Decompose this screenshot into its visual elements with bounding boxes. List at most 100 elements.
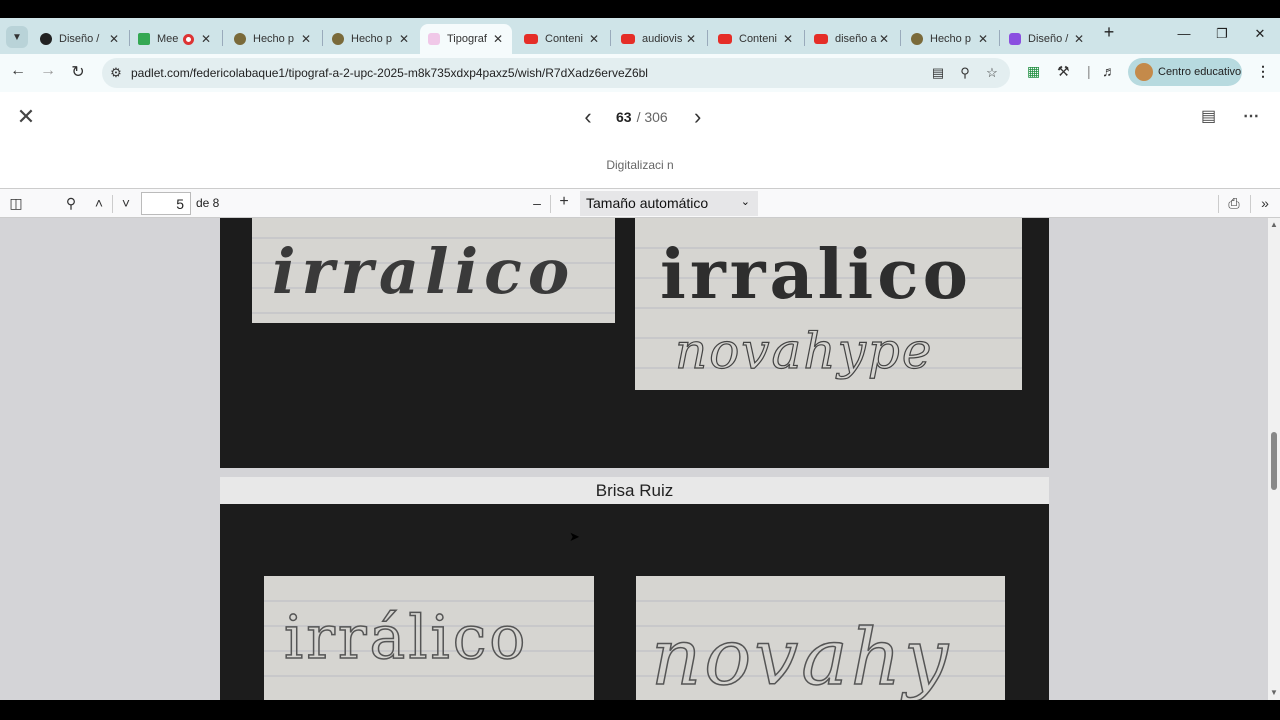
- forward-icon[interactable]: →: [38, 62, 58, 80]
- tab-item[interactable]: diseño a ✕: [806, 24, 898, 54]
- close-icon[interactable]: ✕: [588, 32, 600, 46]
- pdf-scrollbar[interactable]: ▲ ▼: [1268, 218, 1280, 700]
- close-icon[interactable]: ✕: [398, 32, 410, 46]
- zoom-out-icon[interactable]: –: [528, 195, 546, 211]
- browser-toolbar: ← → ↻ ⚙ padlet.com/federicolabaque1/tipo…: [0, 54, 1280, 92]
- lettering-word-outline: novahype: [675, 322, 933, 380]
- zoom-in-icon[interactable]: +: [555, 193, 573, 211]
- tab-label: Conteni: [545, 33, 583, 45]
- youtube-icon: [524, 34, 538, 44]
- zoom-icon[interactable]: ⚲: [957, 65, 973, 81]
- mouse-pointer-icon: ➤: [569, 529, 580, 544]
- new-tab-button[interactable]: +: [1099, 22, 1119, 43]
- avatar: [1135, 63, 1153, 81]
- close-icon[interactable]: ✕: [1073, 32, 1085, 46]
- sidebar-toggle-icon[interactable]: ◫: [7, 195, 25, 212]
- youtube-icon: [718, 34, 732, 44]
- scroll-up-icon[interactable]: ▲: [1270, 220, 1278, 229]
- lined-paper-graphic: irrálico: [264, 600, 594, 677]
- reload-icon[interactable]: ↻: [68, 62, 88, 82]
- canva-icon: [1009, 33, 1021, 45]
- tab-item[interactable]: Hecho p ✕: [324, 24, 418, 54]
- tab-item[interactable]: Hecho p ✕: [903, 24, 997, 54]
- figure-icon: [911, 33, 923, 45]
- tab-item[interactable]: audiovis ✕: [613, 24, 705, 54]
- tab-item[interactable]: Hecho p ✕: [226, 24, 320, 54]
- toolbar-divider: [112, 195, 113, 213]
- zoom-select[interactable]: Tamaño automático ⌄: [580, 191, 758, 216]
- close-icon[interactable]: ✕: [492, 32, 504, 46]
- lettering-word-outline: novahy: [651, 613, 951, 700]
- tab-item-active[interactable]: Tipograf ✕: [420, 24, 512, 54]
- tools-menu-icon[interactable]: »: [1256, 195, 1274, 211]
- address-bar[interactable]: ⚙ padlet.com/federicolabaque1/tipograf-a…: [102, 58, 1010, 88]
- toolbar-divider: [1250, 195, 1251, 213]
- tab-search-button[interactable]: ▼: [6, 26, 28, 48]
- tab-divider: [322, 30, 323, 46]
- post-subtitle: Digitalizaci n: [606, 158, 674, 172]
- tab-item[interactable]: Mee ✕: [130, 24, 220, 54]
- search-icon[interactable]: ⚲: [62, 195, 80, 212]
- figure-icon: [332, 33, 344, 45]
- close-icon[interactable]: ✕: [782, 32, 794, 46]
- zoom-select-value: Tamaño automático: [586, 195, 709, 211]
- sheets-extension-icon[interactable]: ▦: [1027, 63, 1040, 80]
- media-controls-icon[interactable]: ♬: [1102, 63, 1116, 79]
- pdf-viewer[interactable]: irralico irralico novahype Brisa Ruiz ir…: [0, 218, 1268, 700]
- author-name-heading: Brisa Ruiz: [220, 477, 1049, 504]
- profile-label: Centro educativo: [1158, 66, 1242, 78]
- close-icon[interactable]: ✕: [14, 104, 38, 130]
- tab-item[interactable]: Conteni ✕: [710, 24, 802, 54]
- youtube-icon: [814, 34, 828, 44]
- page-number-input[interactable]: [141, 192, 191, 215]
- site-info-icon[interactable]: ⚙: [108, 65, 124, 81]
- close-icon[interactable]: ✕: [878, 32, 890, 46]
- close-icon[interactable]: ✕: [977, 32, 989, 46]
- scroll-down-icon[interactable]: ▼: [1270, 688, 1278, 697]
- star-icon[interactable]: ☆: [984, 65, 1000, 81]
- minimize-icon[interactable]: —: [1174, 26, 1194, 41]
- tab-label: Hecho p: [930, 33, 971, 45]
- url-text[interactable]: padlet.com/federicolabaque1/tipograf-a-2…: [131, 66, 648, 80]
- previous-page-icon[interactable]: ˄: [90, 195, 108, 211]
- tab-label: diseño a: [835, 33, 877, 45]
- scrollbar-thumb[interactable]: [1271, 432, 1277, 490]
- tab-label: Conteni: [739, 33, 777, 45]
- tab-divider: [804, 30, 805, 46]
- install-app-icon[interactable]: ▤: [930, 65, 946, 81]
- post-details-icon[interactable]: ▤: [1201, 106, 1216, 126]
- tab-divider: [900, 30, 901, 46]
- profile-button[interactable]: Centro educativo: [1128, 58, 1242, 86]
- lettering-word: irralico: [272, 235, 575, 308]
- close-icon[interactable]: ✕: [108, 32, 120, 46]
- chevron-down-icon: ▼: [12, 31, 22, 43]
- previous-post-icon[interactable]: ‹: [580, 104, 596, 130]
- total-posts: 306: [644, 109, 668, 125]
- extensions-icon[interactable]: ⚒: [1057, 63, 1070, 80]
- restore-icon[interactable]: ❐: [1212, 26, 1232, 42]
- close-window-icon[interactable]: ✕: [1250, 26, 1270, 42]
- figure-icon: [234, 33, 246, 45]
- more-options-icon[interactable]: ⋯: [1243, 106, 1259, 126]
- print-icon[interactable]: ⎙: [1225, 195, 1243, 212]
- next-post-icon[interactable]: ›: [690, 104, 706, 130]
- tab-item[interactable]: Diseño / ✕: [32, 24, 128, 54]
- tab-item[interactable]: Diseño / ✕: [1001, 24, 1093, 54]
- menu-icon[interactable]: ⋮: [1256, 63, 1270, 80]
- lettering-word: irralico: [660, 235, 972, 315]
- tab-item[interactable]: Conteni ✕: [516, 24, 608, 54]
- chevron-down-icon: ⌄: [740, 196, 750, 208]
- tab-strip: ▼ Diseño / ✕ Mee ✕ Hecho p ✕ Hecho p ✕ T…: [0, 18, 1280, 54]
- close-icon[interactable]: ✕: [200, 32, 212, 46]
- tab-label: Tipograf: [447, 33, 487, 45]
- tab-divider: [707, 30, 708, 46]
- next-page-icon[interactable]: ˅: [117, 195, 135, 211]
- lined-paper-graphic: irralico: [252, 235, 615, 314]
- youtube-icon: [621, 34, 635, 44]
- back-icon[interactable]: ←: [8, 62, 28, 80]
- close-icon[interactable]: ✕: [300, 32, 312, 46]
- page-count-label: de 8: [196, 196, 220, 210]
- toolbar-divider: [1218, 195, 1219, 213]
- recording-icon: [183, 33, 194, 45]
- close-icon[interactable]: ✕: [685, 32, 697, 46]
